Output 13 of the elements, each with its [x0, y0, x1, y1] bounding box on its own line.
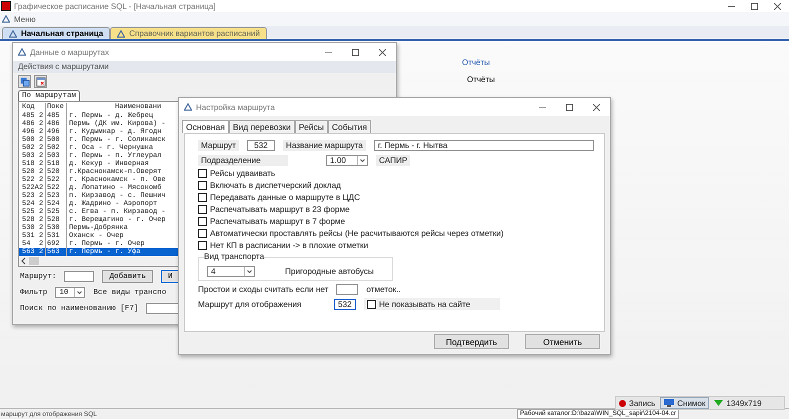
route-name-label: Название маршрута	[282, 140, 366, 150]
division-name: САПИР	[376, 154, 410, 166]
route-label: Маршрут	[198, 140, 239, 150]
reports-heading: Отчёты	[467, 75, 495, 84]
display-route-label: Маршрут для отображения	[198, 300, 302, 308]
window-title: Настройка маршрута	[196, 102, 276, 112]
window-title: Данные о маршрутах	[30, 48, 110, 56]
group-legend: Вид транспорта	[204, 252, 264, 261]
idle-label: Простои и сходы считать если нет	[198, 284, 328, 294]
idle-suffix: отметок..	[366, 284, 401, 294]
division-label: Подразделение	[198, 154, 288, 166]
transport-name: Пригородные автобусы	[285, 266, 374, 276]
window-title: Графическое расписание SQL - [Начальная страница]	[14, 2, 217, 10]
